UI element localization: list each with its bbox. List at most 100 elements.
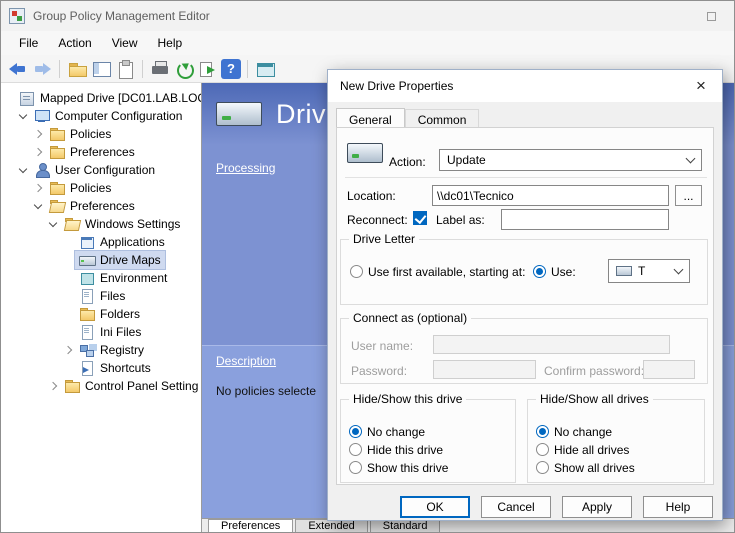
help-icon[interactable]: ?	[221, 59, 241, 79]
chevron-collapsed-icon[interactable]	[31, 127, 45, 141]
tree-item-user-configuration[interactable]: User Configuration	[1, 161, 201, 179]
radio-icon	[349, 461, 362, 474]
properties-icon[interactable]	[114, 58, 136, 80]
toolbar-separator	[247, 60, 248, 78]
hide-show-this-drive-group: Hide/Show this drive No change Hide this…	[340, 399, 516, 483]
apply-button[interactable]: Apply	[562, 496, 632, 518]
show-console-tree-icon[interactable]	[90, 58, 112, 80]
tree-item-computer-preferences[interactable]: Preferences	[1, 143, 201, 161]
folder-icon	[49, 181, 65, 195]
tree-item-environment[interactable]: Environment	[1, 269, 201, 287]
radio-all-no-change[interactable]: No change	[536, 424, 612, 439]
drive-icon	[79, 253, 95, 267]
chevron-spacer	[61, 361, 75, 375]
dialog-title: New Drive Properties	[340, 79, 453, 93]
chevron-collapsed-icon[interactable]	[61, 343, 75, 357]
radio-selected-icon	[349, 425, 362, 438]
chevron-spacer	[1, 91, 15, 105]
chevron-collapsed-icon[interactable]	[31, 145, 45, 159]
close-button[interactable]: ×	[680, 70, 722, 102]
applications-icon	[79, 235, 95, 249]
new-window-icon[interactable]	[254, 58, 276, 80]
tree-item-folders[interactable]: Folders	[1, 305, 201, 323]
drive-letter-icon	[616, 266, 632, 276]
general-tab-page: Action: Update Location: ... Reconnect: …	[336, 127, 714, 485]
help-button[interactable]: Help	[643, 496, 713, 518]
radio-selected-icon	[536, 425, 549, 438]
new-drive-properties-dialog: New Drive Properties × General Common Ac…	[327, 69, 723, 521]
tree-item-mapped-drive[interactable]: Mapped Drive [DC01.LAB.LOCA	[1, 89, 201, 107]
tree-item-user-policies[interactable]: Policies	[1, 179, 201, 197]
tree-item-ini-files[interactable]: Ini Files	[1, 323, 201, 341]
tab-preferences[interactable]: Preferences	[208, 519, 293, 532]
back-icon[interactable]	[7, 58, 29, 80]
hide-show-this-group-label: Hide/Show this drive	[349, 392, 466, 406]
export-list-icon[interactable]	[197, 58, 219, 80]
tab-common[interactable]: Common	[405, 109, 480, 128]
chevron-collapsed-icon[interactable]	[31, 181, 45, 195]
up-one-level-icon[interactable]	[66, 58, 88, 80]
radio-hide-all-drives[interactable]: Hide all drives	[536, 442, 629, 457]
folder-icon	[49, 127, 65, 141]
cancel-button[interactable]: Cancel	[481, 496, 551, 518]
no-policies-text: No policies selecte	[216, 384, 316, 398]
menu-action[interactable]: Action	[48, 32, 101, 54]
tree-item-user-preferences[interactable]: Preferences	[1, 197, 201, 215]
user-name-input	[433, 335, 670, 354]
refresh-icon[interactable]	[173, 58, 195, 80]
location-input[interactable]	[432, 185, 669, 206]
toolbar-separator	[59, 60, 60, 78]
tree-item-files[interactable]: Files	[1, 287, 201, 305]
maximize-button[interactable]	[696, 5, 726, 27]
environment-icon	[79, 271, 95, 285]
chevron-spacer	[61, 271, 75, 285]
divider	[345, 177, 707, 178]
password-label: Password:	[351, 364, 407, 378]
menu-help[interactable]: Help	[148, 32, 193, 54]
reconnect-checkbox[interactable]	[413, 211, 427, 225]
processing-link[interactable]: Processing	[216, 161, 275, 175]
tab-general[interactable]: General	[336, 108, 405, 127]
drive-maps-header-icon	[216, 98, 262, 130]
ini-file-icon	[79, 325, 95, 339]
tree-item-control-panel-settings[interactable]: Control Panel Setting	[1, 377, 201, 395]
tree-item-computer-configuration[interactable]: Computer Configuration	[1, 107, 201, 125]
tree-item-applications[interactable]: Applications	[1, 233, 201, 251]
radio-show-this-drive[interactable]: Show this drive	[349, 460, 448, 475]
browse-button[interactable]: ...	[675, 185, 702, 206]
description-link[interactable]: Description	[216, 354, 276, 368]
chevron-expanded-icon[interactable]	[16, 163, 30, 177]
window-title: Group Policy Management Editor	[33, 9, 210, 23]
radio-hide-this-drive[interactable]: Hide this drive	[349, 442, 443, 457]
chevron-spacer	[61, 325, 75, 339]
ok-button[interactable]: OK	[400, 496, 470, 518]
chevron-expanded-icon[interactable]	[46, 217, 60, 231]
menu-view[interactable]: View	[102, 32, 148, 54]
chevron-collapsed-icon[interactable]	[46, 379, 60, 393]
radio-icon	[349, 443, 362, 456]
menu-file[interactable]: File	[9, 32, 48, 54]
action-value: Update	[447, 153, 486, 167]
label-as-input[interactable]	[501, 209, 669, 230]
chevron-expanded-icon[interactable]	[31, 199, 45, 213]
radio-use-first-available[interactable]: Use first available, starting at:	[350, 264, 525, 279]
radio-selected-icon	[533, 265, 546, 278]
tree-item-registry[interactable]: Registry	[1, 341, 201, 359]
console-tree: Mapped Drive [DC01.LAB.LOCA Computer Con…	[1, 83, 202, 533]
chevron-expanded-icon[interactable]	[16, 109, 30, 123]
forward-icon[interactable]	[31, 58, 53, 80]
tree-item-shortcuts[interactable]: Shortcuts	[1, 359, 201, 377]
folder-icon	[49, 145, 65, 159]
action-dropdown[interactable]: Update	[439, 149, 702, 171]
radio-this-no-change[interactable]: No change	[349, 424, 425, 439]
radio-use-drive-letter[interactable]: Use:	[533, 264, 576, 279]
app-icon	[9, 8, 25, 24]
tree-item-drive-maps[interactable]: Drive Maps	[1, 251, 201, 269]
reconnect-label: Reconnect:	[347, 213, 408, 227]
tree-item-windows-settings[interactable]: Windows Settings	[1, 215, 201, 233]
radio-show-all-drives[interactable]: Show all drives	[536, 460, 635, 475]
chevron-down-icon	[686, 153, 696, 163]
print-icon[interactable]	[149, 58, 171, 80]
tree-item-computer-policies[interactable]: Policies	[1, 125, 201, 143]
drive-letter-dropdown[interactable]: T	[608, 259, 690, 283]
